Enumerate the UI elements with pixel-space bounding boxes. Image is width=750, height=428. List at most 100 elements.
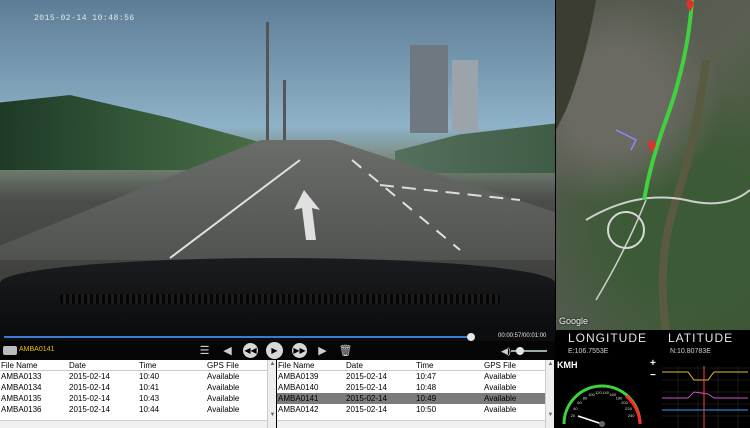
latitude-label: LATITUDE [668,331,734,345]
cell-file-name: AMBA0134 [1,383,42,392]
speaker-icon[interactable]: ◀) [501,346,511,357]
cell-gps: Available [484,394,517,403]
map-features [556,0,750,330]
player-controls: AMBA0141 ☰ ◀ ◀◀ ▶ ▶▶ ▶ 🗑 ◀) [0,341,555,360]
table-header-row: File Name Date Time GPS File [0,360,276,371]
scroll-down-icon[interactable]: ▼ [547,412,554,419]
column-header[interactable]: GPS File [483,360,543,370]
g-sensor-graph: + − [648,358,750,428]
cell-date: 2015-02-14 [346,383,387,392]
cell-file-name: AMBA0142 [278,405,319,414]
cell-time: 10:48 [416,383,437,392]
column-header[interactable]: File Name [0,360,68,370]
cell-time: 10:44 [139,405,160,414]
cell-file-name: AMBA0139 [278,372,319,381]
speed-tick-label: 60 [577,400,582,405]
seek-bar-knob[interactable] [467,333,475,341]
column-header[interactable]: File Name [277,360,345,370]
table-header-row: File Name Date Time GPS File [277,360,554,371]
video-scene-building [410,45,448,133]
cell-file-name: AMBA0140 [278,383,319,392]
speed-tick-label: 20 [571,413,576,418]
playlist-menu-icon[interactable]: ☰ [197,343,212,358]
video-scene-pole [283,80,286,140]
table-row[interactable]: AMBA0133 2015-02-14 10:40 Available [0,371,276,382]
horizontal-scrollbar[interactable] [277,420,545,428]
scroll-up-icon[interactable]: ▲ [547,361,554,368]
cell-gps: Available [207,394,240,403]
speedometer-dial: 20406080100 120 140 160180200220240 [562,384,642,427]
scroll-up-icon[interactable]: ▲ [269,361,276,368]
table-row[interactable]: AMBA0142 2015-02-14 10:50 Available [277,404,554,415]
speed-tick-label: 200 [621,400,628,405]
cell-time: 10:47 [416,372,437,381]
cell-file-name: AMBA0135 [1,394,42,403]
volume-slider-knob[interactable] [516,347,524,355]
map-pin-icon [686,0,694,12]
horizontal-scrollbar[interactable] [0,420,267,428]
speedometer: KMH 20 40 60 80 100 120 140 160 180 200 220 240 [556,358,648,428]
previous-arrow-icon[interactable]: ◀ [220,343,235,358]
scroll-down-icon[interactable]: ▼ [269,412,276,419]
dashcam-player-window: 2015-02-14 10:48:56 Google LONGITUDE LAT… [0,0,750,428]
cell-date: 2015-02-14 [346,405,387,414]
next-arrow-icon[interactable]: ▶ [315,343,330,358]
table-row[interactable]: AMBA0136 2015-02-14 10:44 Available [0,404,276,415]
camera-icon[interactable] [3,346,17,355]
speed-tick-label: 40 [573,406,578,411]
cell-time: 10:41 [139,383,160,392]
column-header[interactable]: Date [345,360,415,370]
cell-date: 2015-02-14 [69,405,110,414]
column-header[interactable]: GPS File [206,360,266,370]
cell-time: 10:40 [139,372,160,381]
table-row[interactable]: AMBA0135 2015-02-14 10:43 Available [0,393,276,404]
gps-map[interactable]: Google [556,0,750,330]
car-dashboard-vent [60,294,500,304]
cell-gps: Available [207,383,240,392]
coordinates-panel: LONGITUDE LATITUDE E:106.7553E N:10.8078… [556,330,750,358]
cell-gps: Available [207,372,240,381]
cell-time: 10:49 [416,394,437,403]
table-row-selected[interactable]: AMBA0141 2015-02-14 10:49 Available [277,393,554,404]
trash-icon[interactable]: 🗑 [338,343,353,358]
play-button[interactable]: ▶ [266,342,283,359]
table-row[interactable]: AMBA0139 2015-02-14 10:47 Available [277,371,554,382]
video-scene-building [452,60,478,132]
vertical-scrollbar[interactable]: ▲ ▼ [545,360,554,428]
seek-bar[interactable]: 00:00:57/00:01:00 [0,333,555,341]
vertical-scrollbar[interactable]: ▲ ▼ [267,360,276,428]
cell-gps: Available [484,383,517,392]
cell-time: 10:50 [416,405,437,414]
rewind-button[interactable]: ◀◀ [243,343,258,358]
current-file-name: AMBA0141 [19,346,55,353]
cell-date: 2015-02-14 [346,394,387,403]
cell-date: 2015-02-14 [69,383,110,392]
cell-time: 10:43 [139,394,160,403]
playback-time-readout: 00:00:57/00:01:00 [498,333,547,339]
map-pin-icon [648,141,656,153]
cell-date: 2015-02-14 [346,372,387,381]
video-viewport[interactable]: 2015-02-14 10:48:56 [0,0,555,333]
column-header[interactable]: Time [138,360,206,370]
longitude-value: E:106.7553E [568,348,609,355]
table-row[interactable]: AMBA0140 2015-02-14 10:48 Available [277,382,554,393]
video-timestamp: 2015-02-14 10:48:56 [34,14,135,23]
file-list-left[interactable]: File Name Date Time GPS File AMBA0133 20… [0,360,276,428]
column-header[interactable]: Date [68,360,138,370]
longitude-label: LONGITUDE [568,331,648,345]
cell-date: 2015-02-14 [69,394,110,403]
speed-tick-label: 240 [628,413,635,418]
fast-forward-button[interactable]: ▶▶ [292,343,307,358]
cell-file-name: AMBA0133 [1,372,42,381]
g-sensor-plot [662,366,750,428]
latitude-value: N:10.80783E [670,348,711,355]
table-row[interactable]: AMBA0134 2015-02-14 10:41 Available [0,382,276,393]
video-scene-pole [266,22,269,142]
cell-file-name: AMBA0136 [1,405,42,414]
column-header[interactable]: Time [415,360,483,370]
cell-gps: Available [484,405,517,414]
file-list-right[interactable]: File Name Date Time GPS File AMBA0139 20… [277,360,554,428]
video-scene-lane-lines [169,159,521,259]
seek-bar-track[interactable] [4,336,471,338]
cell-gps: Available [207,405,240,414]
